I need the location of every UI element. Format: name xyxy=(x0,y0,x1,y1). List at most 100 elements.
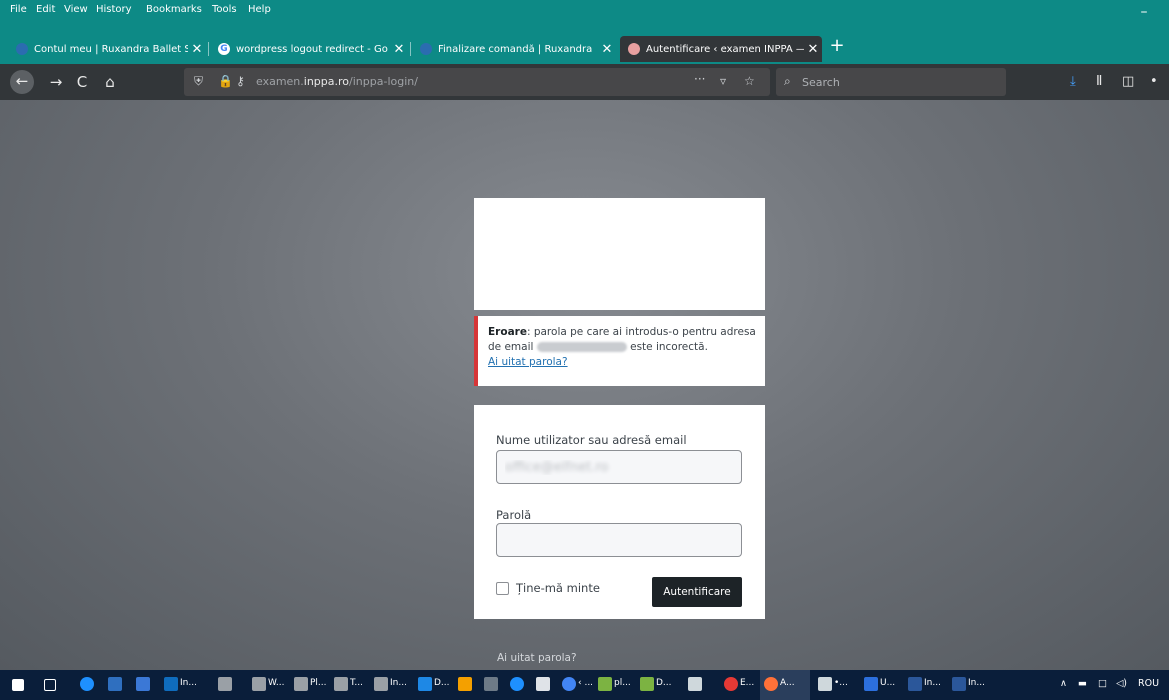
mail-icon[interactable] xyxy=(334,677,348,691)
word-icon[interactable] xyxy=(952,677,966,691)
search-icon: ⌕ xyxy=(784,74,791,88)
remember-me-checkbox[interactable] xyxy=(496,581,509,595)
search-input[interactable] xyxy=(802,73,998,91)
taskbar-item-label[interactable]: In... xyxy=(924,678,941,688)
task-view-icon[interactable] xyxy=(44,679,56,691)
folder-icon[interactable] xyxy=(418,677,432,691)
taskbar-item-label[interactable]: pl... xyxy=(614,678,631,688)
app-icon[interactable] xyxy=(108,677,122,691)
tray-chevron-icon[interactable]: ∧ xyxy=(1060,678,1067,689)
mail-icon[interactable] xyxy=(294,677,308,691)
taskbar-item-label[interactable]: ‹ ... xyxy=(578,678,593,688)
lost-password-link[interactable]: Ai uitat parola? xyxy=(497,652,577,664)
taskbar-item-label[interactable]: D... xyxy=(434,678,450,688)
library-icon[interactable]: Ⅱ xyxy=(1096,74,1102,89)
bookmark-star-icon[interactable]: ☆ xyxy=(744,74,755,88)
tab-contul-meu[interactable]: Contul meu | Ruxandra Ballet S ✕ xyxy=(8,36,206,62)
taskbar-item-label[interactable]: U... xyxy=(880,678,895,688)
terminal-icon[interactable] xyxy=(484,677,498,691)
close-icon[interactable]: ✕ xyxy=(598,42,616,57)
volume-icon[interactable]: ◁) xyxy=(1116,678,1127,689)
tab-strip: Contul meu | Ruxandra Ballet S ✕ G wordp… xyxy=(0,32,1169,64)
menu-file[interactable]: File xyxy=(10,4,27,15)
inppa-favicon-icon xyxy=(628,43,640,55)
notepad-icon[interactable] xyxy=(818,677,832,691)
outlook-icon[interactable] xyxy=(164,677,178,691)
taskbar-item-label[interactable]: In... xyxy=(968,678,985,688)
taskbar-item-label[interactable]: W... xyxy=(268,678,284,688)
key-icon[interactable]: ⚷ xyxy=(236,74,245,88)
ie-icon[interactable] xyxy=(510,677,524,691)
url-text[interactable]: examen.inppa.ro/inppa-login/ xyxy=(256,75,418,88)
word-icon[interactable] xyxy=(908,677,922,691)
url-prefix: examen. xyxy=(256,75,304,88)
taskbar-item-label: A... xyxy=(780,678,795,688)
active-taskbar-item[interactable]: A... xyxy=(760,670,810,700)
close-icon[interactable]: ✕ xyxy=(804,42,822,57)
menu-tools[interactable]: Tools xyxy=(212,4,237,15)
windows-start-icon[interactable] xyxy=(12,679,24,691)
remember-me[interactable]: Ține-mă minte xyxy=(496,581,600,595)
close-icon[interactable]: ✕ xyxy=(390,42,408,57)
forgot-password-link[interactable]: Ai uitat parola? xyxy=(488,356,568,368)
menu-bookmarks[interactable]: Bookmarks xyxy=(146,4,202,15)
chrome-icon[interactable] xyxy=(562,677,576,691)
reload-button[interactable]: C xyxy=(70,71,94,93)
mail-icon[interactable] xyxy=(252,677,266,691)
tab-wordpress-logout[interactable]: G wordpress logout redirect - Go ✕ xyxy=(210,36,408,62)
app-icon[interactable] xyxy=(640,677,654,691)
sidebar-icon[interactable]: ◫ xyxy=(1122,74,1134,89)
taskbar-item-label[interactable]: In... xyxy=(180,678,197,688)
close-icon[interactable]: ✕ xyxy=(188,42,206,57)
menu-edit[interactable]: Edit xyxy=(36,4,55,15)
taskbar-item-label[interactable]: •... xyxy=(834,678,848,688)
username-field[interactable] xyxy=(496,450,742,484)
network-icon[interactable]: □ xyxy=(1098,678,1107,689)
input-language[interactable]: ROU xyxy=(1138,678,1159,689)
minimize-button[interactable]: – xyxy=(1129,4,1159,26)
forward-button[interactable]: → xyxy=(44,71,68,93)
mail-icon[interactable] xyxy=(218,677,232,691)
menu-help[interactable]: Help xyxy=(248,4,271,15)
photoshop-icon[interactable] xyxy=(864,677,878,691)
url-bar[interactable]: ⛨ 🔒 ⚷ examen.inppa.ro/inppa-login/ ··· ▿… xyxy=(184,68,770,96)
calculator-icon[interactable] xyxy=(536,677,550,691)
windows-taskbar: In... W... Pl... T... In... D... ‹ ... p… xyxy=(0,670,1169,700)
login-form: Nume utilizator sau adresă email Parolă … xyxy=(474,405,765,619)
menu-history[interactable]: History xyxy=(96,4,132,15)
taskbar-item-label[interactable]: E... xyxy=(740,678,754,688)
search-bar[interactable]: ⌕ xyxy=(776,68,1006,96)
tab-finalizare-comanda[interactable]: Finalizare comandă | Ruxandra ✕ xyxy=(412,36,616,62)
tab-label: Autentificare ‹ examen INPPA — xyxy=(646,43,804,55)
navigation-toolbar: ← → C ⌂ ⛨ 🔒 ⚷ examen.inppa.ro/inppa-logi… xyxy=(0,64,1169,100)
home-button[interactable]: ⌂ xyxy=(98,71,122,93)
network-app-icon[interactable] xyxy=(688,677,702,691)
url-path: /inppa-login/ xyxy=(349,75,418,88)
taskbar-item-label[interactable]: Pl... xyxy=(310,678,327,688)
redacted-email xyxy=(536,342,627,352)
new-tab-button[interactable]: + xyxy=(826,36,848,58)
media-icon[interactable] xyxy=(458,677,472,691)
mail-icon[interactable] xyxy=(374,677,388,691)
tab-autentificare[interactable]: Autentificare ‹ examen INPPA — ✕ xyxy=(620,36,822,62)
taskbar-item-label[interactable]: D... xyxy=(656,678,672,688)
app-icon[interactable] xyxy=(598,677,612,691)
pocket-icon[interactable]: ▿ xyxy=(720,74,726,88)
edge-icon[interactable] xyxy=(80,677,94,691)
login-submit-button[interactable]: Autentificare xyxy=(652,577,742,607)
back-button[interactable]: ← xyxy=(10,70,34,94)
downloads-icon[interactable]: ⤓ xyxy=(1070,74,1076,89)
password-field[interactable] xyxy=(496,523,742,557)
taskbar-item-label[interactable]: T... xyxy=(350,678,363,688)
app-icon[interactable] xyxy=(136,677,150,691)
opera-icon[interactable] xyxy=(724,677,738,691)
menu-view[interactable]: View xyxy=(64,4,88,15)
firefox-icon xyxy=(764,677,778,691)
battery-icon[interactable]: ▬ xyxy=(1078,678,1087,689)
taskbar-item-label[interactable]: In... xyxy=(390,678,407,688)
insecure-lock-icon[interactable]: 🔒 xyxy=(218,74,233,88)
menu-bar: File Edit View History Bookmarks Tools H… xyxy=(0,0,1169,32)
shield-icon[interactable]: ⛨ xyxy=(194,74,203,89)
page-actions-icon[interactable]: ··· xyxy=(694,72,705,86)
extension-icon[interactable]: • xyxy=(1150,74,1158,89)
